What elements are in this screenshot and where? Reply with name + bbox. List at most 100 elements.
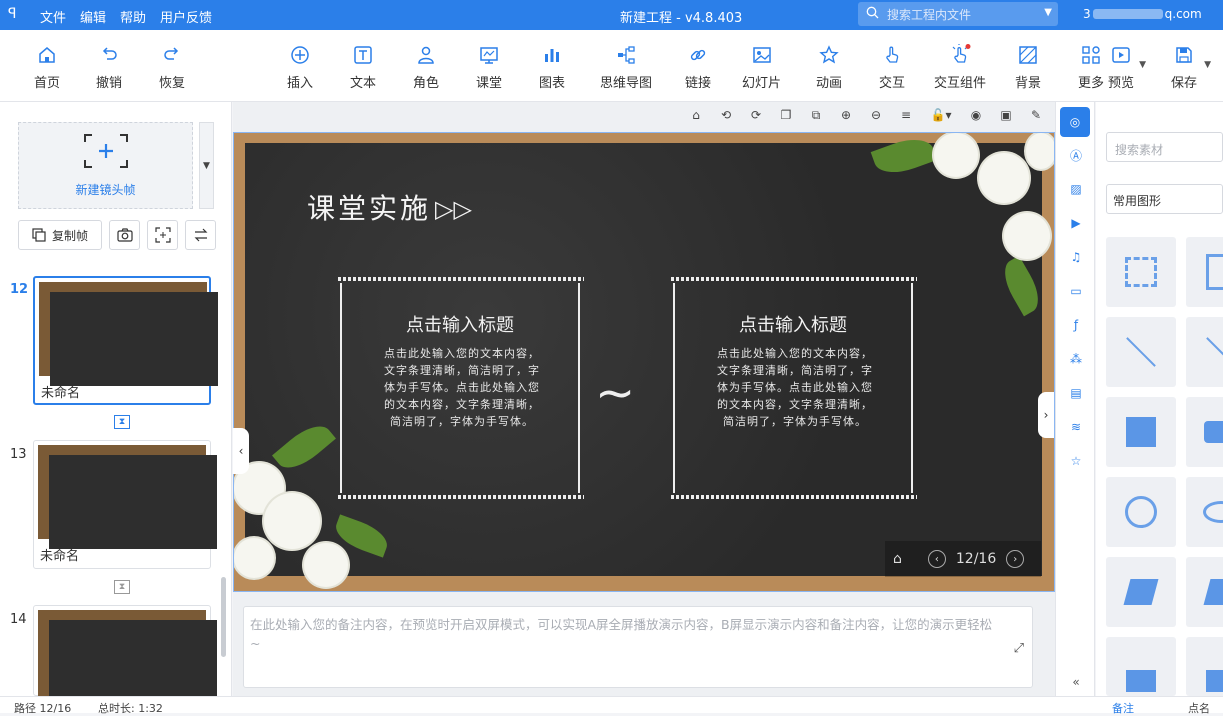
interaction-button[interactable]: 交互: [879, 44, 905, 91]
fit-frame-button[interactable]: [147, 220, 178, 250]
formula-icon[interactable]: ƒ: [1066, 315, 1086, 335]
collapse-icon[interactable]: «: [1066, 672, 1086, 692]
transition-icon[interactable]: ⧗: [114, 580, 130, 594]
prev-icon[interactable]: ‹: [927, 550, 946, 568]
notes-input[interactable]: 在此处输入您的备注内容，在预览时开启双屏模式，可以实现A屏全屏播放演示内容，B屏…: [243, 606, 1033, 688]
link-button[interactable]: 链接: [685, 44, 711, 91]
rollcall-button[interactable]: 点名: [1188, 700, 1210, 716]
slide-title[interactable]: 课堂实施: [307, 187, 431, 227]
home-button[interactable]: 首页: [34, 44, 60, 91]
slide-stage[interactable]: 课堂实施 ▷▷ 点击输入标题 点击此处输入您的文本内容，文字条理清晰，简洁明了，…: [233, 132, 1055, 592]
widgets-icon[interactable]: ⁂: [1066, 349, 1086, 369]
shape-line[interactable]: [1186, 317, 1223, 387]
transition-icon[interactable]: ⧗: [114, 415, 130, 429]
paste-icon[interactable]: ⧉: [807, 106, 825, 124]
zoom-in-icon[interactable]: ⊕: [837, 106, 855, 124]
rotate-right-icon[interactable]: ⟳: [747, 106, 765, 124]
preview-button[interactable]: 预览 ▼: [1108, 44, 1146, 91]
chevron-down-icon[interactable]: ▼: [1204, 60, 1211, 70]
next-icon[interactable]: ›: [1006, 550, 1025, 568]
collapse-right-panel[interactable]: ›: [1038, 392, 1054, 438]
image-icon[interactable]: ▨: [1066, 179, 1086, 199]
card-body[interactable]: 点击此处输入您的文本内容，文字条理清晰，简洁明了，字体为手写体。点击此处输入您的…: [384, 345, 540, 430]
comment-icon[interactable]: ▭: [1066, 281, 1086, 301]
shape-circle[interactable]: [1106, 477, 1176, 547]
classroom-button[interactable]: 课堂: [476, 44, 502, 91]
lock-icon[interactable]: 🔓▾: [927, 106, 955, 124]
shape-ellipse[interactable]: [1186, 477, 1223, 547]
user-account[interactable]: 3 q.com: [1083, 7, 1202, 21]
shape-square[interactable]: [1106, 397, 1176, 467]
card-body[interactable]: 点击此处输入您的文本内容，文字条理清晰，简洁明了，字体为手写体。点击此处输入您的…: [717, 345, 873, 430]
shape-line[interactable]: [1106, 317, 1176, 387]
music-icon[interactable]: ♫: [1066, 247, 1086, 267]
chevron-down-icon[interactable]: ▼: [1139, 60, 1146, 70]
shape-bracket[interactable]: [1186, 237, 1223, 307]
save-button[interactable]: 保存 ▼: [1171, 44, 1211, 91]
slideshow-button[interactable]: 幻灯片: [742, 44, 781, 91]
document-icon[interactable]: ▤: [1066, 383, 1086, 403]
shape-dashed-square[interactable]: [1106, 237, 1176, 307]
copy-frame-button[interactable]: 复制帧: [18, 220, 102, 250]
layers-icon[interactable]: ≋: [1066, 417, 1086, 437]
interactive-components-button[interactable]: 交互组件: [934, 44, 986, 91]
slide-panel-scrollbar[interactable]: [221, 577, 226, 657]
save-label: 保存: [1171, 76, 1198, 91]
play-icon: [1110, 44, 1132, 66]
shape-square[interactable]: [1106, 637, 1176, 696]
frame-actions: 复制帧: [18, 220, 216, 250]
layer-icon[interactable]: ▣: [997, 106, 1015, 124]
content-card-left[interactable]: 点击输入标题 点击此处输入您的文本内容，文字条理清晰，简洁明了，字体为手写体。点…: [338, 277, 584, 499]
slide-thumbnail[interactable]: 未命名: [33, 276, 218, 405]
card-heading[interactable]: 点击输入标题: [675, 311, 911, 337]
animation-button[interactable]: 动画: [816, 44, 842, 91]
zoom-out-icon[interactable]: ⊖: [867, 106, 885, 124]
shape-rounded-rect[interactable]: [1186, 397, 1223, 467]
shape-icon[interactable]: ◎: [1060, 107, 1090, 137]
shape-parallelogram[interactable]: [1186, 557, 1223, 627]
slide-thumbnail[interactable]: 未命名: [33, 440, 217, 569]
insert-button[interactable]: 插入: [287, 44, 313, 91]
slide-thumbnail[interactable]: [33, 605, 217, 707]
home-icon[interactable]: ⌂: [687, 106, 705, 124]
content-card-right[interactable]: 点击输入标题 点击此处输入您的文本内容，文字条理清晰，简洁明了，字体为手写体。点…: [671, 277, 917, 499]
new-frame-button[interactable]: 新建镜头帧: [18, 122, 193, 209]
notes-toggle[interactable]: 备注: [1112, 700, 1134, 716]
expand-icon[interactable]: ⤢: [1014, 639, 1024, 658]
undo-icon: [98, 44, 120, 66]
align-icon[interactable]: ≡: [897, 106, 915, 124]
camera-icon[interactable]: ◉: [967, 106, 985, 124]
mindmap-button[interactable]: 思维导图: [600, 44, 652, 91]
role-button[interactable]: 角色: [413, 44, 439, 91]
material-panel: 搜索素材 常用图形: [1096, 102, 1223, 696]
shape-parallelogram[interactable]: [1106, 557, 1176, 627]
project-search-input[interactable]: 搜索工程内文件 ▼: [858, 2, 1058, 26]
new-frame-dropdown[interactable]: ▼: [199, 122, 214, 209]
edit-icon[interactable]: ✎: [1027, 106, 1045, 124]
home-icon[interactable]: ⌂: [893, 551, 902, 567]
menu-file[interactable]: 文件: [40, 7, 66, 26]
collapse-left-panel[interactable]: ‹: [233, 428, 249, 474]
snapshot-button[interactable]: [109, 220, 140, 250]
background-button[interactable]: 背景: [1015, 44, 1041, 91]
material-search-input[interactable]: 搜索素材: [1106, 132, 1223, 162]
more-button[interactable]: 更多: [1078, 44, 1104, 91]
slide-name: 未命名: [40, 549, 80, 564]
text-box-icon[interactable]: Ⓐ: [1066, 145, 1086, 165]
video-icon[interactable]: ▶: [1066, 213, 1086, 233]
material-category-select[interactable]: 常用图形: [1106, 184, 1223, 214]
redo-button[interactable]: 恢复: [159, 44, 185, 91]
card-heading[interactable]: 点击输入标题: [342, 311, 578, 337]
text-button[interactable]: 文本: [350, 44, 376, 91]
copy-icon[interactable]: ❐: [777, 106, 795, 124]
chart-button[interactable]: 图表: [539, 44, 565, 91]
chevron-down-icon[interactable]: ▼: [1044, 7, 1052, 18]
menu-help[interactable]: 帮助: [120, 7, 146, 26]
menu-edit[interactable]: 编辑: [80, 7, 106, 26]
swap-frame-button[interactable]: [185, 220, 216, 250]
menu-feedback[interactable]: 用户反馈: [160, 7, 212, 26]
star-icon[interactable]: ☆: [1066, 451, 1086, 471]
rotate-left-icon[interactable]: ⟲: [717, 106, 735, 124]
undo-button[interactable]: 撤销: [96, 44, 122, 91]
shape-square[interactable]: [1186, 637, 1223, 696]
